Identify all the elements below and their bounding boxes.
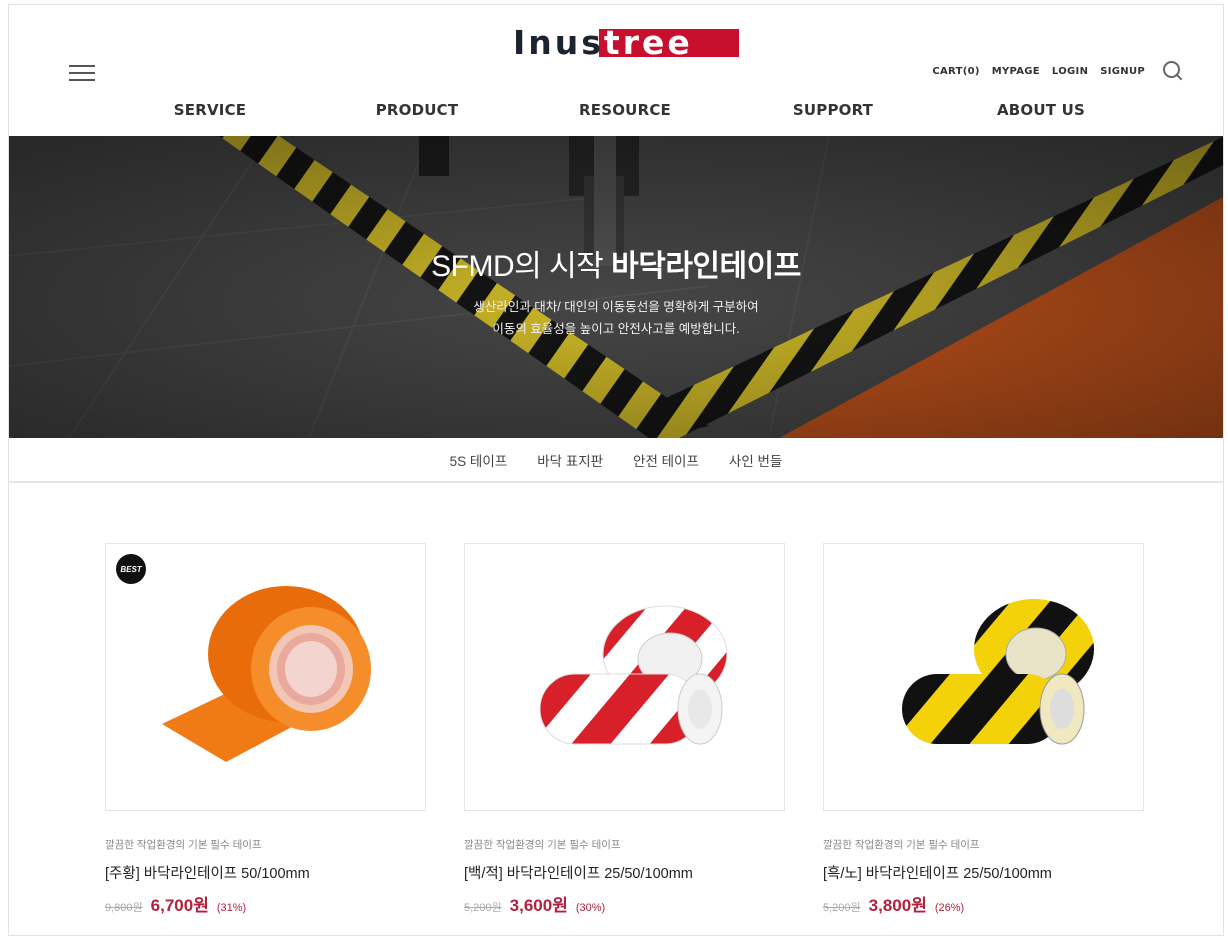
main-nav: SERVICE PRODUCT RESOURCE SUPPORT ABOUT U… [9,101,1223,125]
tab-safety-tape[interactable]: 안전 테이프 [633,450,699,470]
red-white-tape-icon [539,605,728,745]
product-price: 9,800원 6,700원 (31%) [105,891,426,916]
logo-text-dark: Inus [513,23,604,62]
product-card[interactable]: BEST 깔끔한 작업환경의 기본 필수 테이프 [주황] 바닥라인테이프 50… [105,543,426,916]
product-desc: 깔끔한 작업환경의 기본 필수 테이프 [464,839,621,851]
nav-product[interactable]: PRODUCT [376,101,459,119]
search-icon[interactable] [1163,61,1183,81]
hero-title-bold: 바닥라인테이프 [611,250,801,283]
sale-price: 3,600원 [509,896,568,915]
cart-link[interactable]: CART(0) [932,66,979,77]
sale-price: 6,700원 [150,896,209,915]
product-desc: 깔끔한 작업환경의 기본 필수 테이프 [823,839,980,851]
product-price: 5,200원 3,800원 (26%) [823,891,1144,916]
hero-floor-image [9,136,1223,438]
original-price: 9,800원 [105,902,143,914]
site-logo[interactable]: Inustree [513,23,739,63]
hero-subtitle-line2: 이동의 효율성을 높이고 안전사고를 예방합니다. [492,322,740,336]
tab-sign-bundle[interactable]: 사인 번들 [729,450,782,470]
login-link[interactable]: LOGIN [1052,66,1088,77]
product-image[interactable] [464,543,785,811]
hero-subtitle-line1: 생산라인과 대차/ 대인의 이동동선을 명확하게 구분하여 [473,300,759,314]
best-badge: BEST [116,554,146,584]
site-header: Inustree CART(0) MYPAGE LOGIN SIGNUP SER… [9,5,1223,136]
utility-links: CART(0) MYPAGE LOGIN SIGNUP [932,61,1183,81]
product-image[interactable] [823,543,1144,811]
nav-about-us[interactable]: ABOUT US [997,101,1085,119]
logo-text-light: tree [603,23,693,62]
hero-banner: SFMD의 시작 바닥라인테이프 생산라인과 대차/ 대인의 이동동선을 명확하… [9,136,1223,438]
discount-rate: (26%) [934,902,965,914]
product-card[interactable]: 깔끔한 작업환경의 기본 필수 테이프 [흑/노] 바닥라인테이프 25/50/… [823,543,1144,916]
discount-rate: (31%) [216,902,247,914]
tab-5s-tape[interactable]: 5S 테이프 [450,450,508,470]
category-tabs: 5S 테이프 바닥 표지판 안전 테이프 사인 번들 [9,438,1223,483]
nav-support[interactable]: SUPPORT [793,101,873,119]
logo-text: Inustree [513,23,693,62]
discount-rate: (30%) [575,902,606,914]
sale-price: 3,800원 [868,896,927,915]
product-list: BEST 깔끔한 작업환경의 기본 필수 테이프 [주황] 바닥라인테이프 50… [105,543,1155,923]
nav-service[interactable]: SERVICE [174,101,246,119]
orange-tape-icon [162,586,371,762]
yellow-black-tape-icon [902,599,1094,745]
original-price: 5,200원 [464,902,502,914]
original-price: 5,200원 [823,902,861,914]
product-desc: 깔끔한 작업환경의 기본 필수 테이프 [105,839,262,851]
mypage-link[interactable]: MYPAGE [992,66,1040,77]
product-image[interactable]: BEST [105,543,426,811]
signup-link[interactable]: SIGNUP [1100,66,1145,77]
nav-resource[interactable]: RESOURCE [579,101,671,119]
hero-title: SFMD의 시작 바닥라인테이프 [9,241,1223,285]
product-name[interactable]: [흑/노] 바닥라인테이프 25/50/100mm [823,862,1144,883]
product-price: 5,200원 3,600원 (30%) [464,891,785,916]
product-name[interactable]: [주황] 바닥라인테이프 50/100mm [105,862,426,883]
page-frame: Inustree CART(0) MYPAGE LOGIN SIGNUP SER… [8,4,1224,936]
product-card[interactable]: 깔끔한 작업환경의 기본 필수 테이프 [백/적] 바닥라인테이프 25/50/… [464,543,785,916]
product-name[interactable]: [백/적] 바닥라인테이프 25/50/100mm [464,862,785,883]
hero-title-light: SFMD의 시작 [431,250,612,283]
menu-icon[interactable] [69,65,95,81]
tab-floor-sign[interactable]: 바닥 표지판 [537,450,603,470]
hero-subtitle: 생산라인과 대차/ 대인의 이동동선을 명확하게 구분하여 이동의 효율성을 높… [9,296,1223,340]
